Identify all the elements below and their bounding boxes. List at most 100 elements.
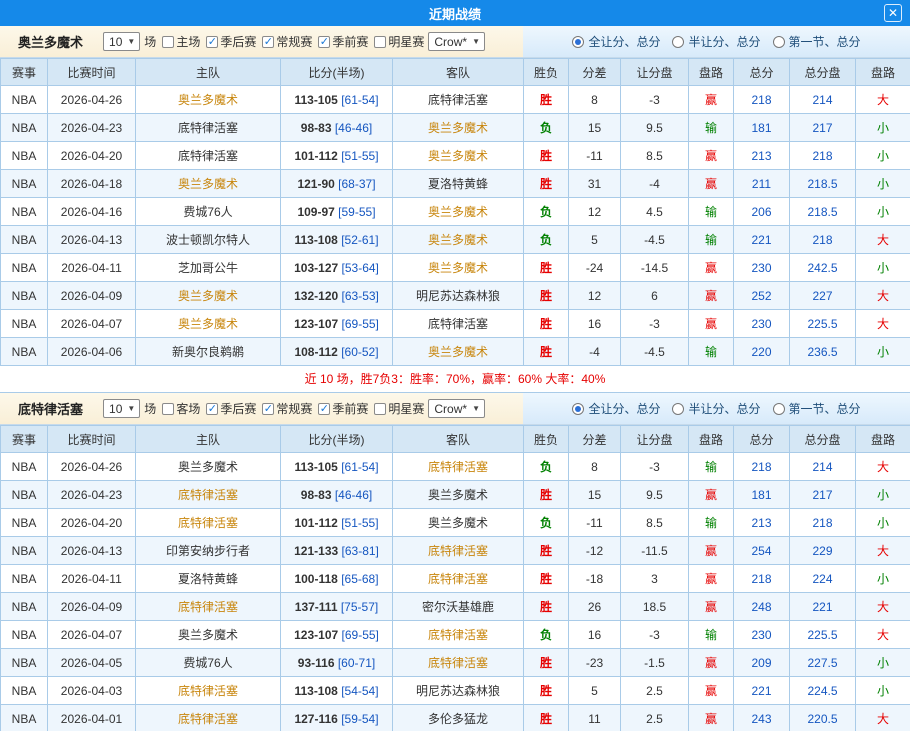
handicap-cell: 4.5: [621, 198, 689, 226]
column-header: 赛事: [1, 59, 48, 86]
filter-checkbox-3[interactable]: ✓季前赛: [318, 33, 368, 50]
half-score: [60-52]: [341, 345, 378, 359]
radio-label: 半让分、总分: [688, 33, 760, 50]
checkbox-icon[interactable]: ✓: [318, 403, 330, 415]
source-select[interactable]: Crow*▼: [428, 399, 485, 418]
close-icon[interactable]: ✕: [884, 4, 902, 22]
handicap-cell: 3: [621, 565, 689, 593]
stat-mode-radio-0[interactable]: 全让分、总分: [572, 400, 660, 417]
results-table: 赛事比赛时间主队比分(半场)客队胜负分差让分盘盘路总分总分盘盘路NBA2026-…: [0, 58, 910, 366]
handicap-cell: 2.5: [621, 677, 689, 705]
radio-icon[interactable]: [773, 36, 785, 48]
checkbox-icon[interactable]: ✓: [262, 403, 274, 415]
games-count-select[interactable]: 10▼: [103, 32, 140, 51]
radio-icon[interactable]: [572, 36, 584, 48]
over-under-cell: 大: [856, 537, 910, 565]
game-row: NBA2026-04-05费城76人93-116 [60-71]底特律活塞胜-2…: [1, 649, 910, 677]
handicap-cell: 9.5: [621, 481, 689, 509]
total-points-cell: 252: [734, 282, 790, 310]
filter-checkbox-0[interactable]: 主场: [162, 33, 200, 50]
handicap-cell: 8.5: [621, 509, 689, 537]
league-cell: NBA: [1, 565, 48, 593]
radio-icon[interactable]: [672, 403, 684, 415]
checkbox-label: 客场: [176, 400, 200, 417]
score-cell: 109-97 [59-55]: [281, 198, 393, 226]
handicap-result-cell: 输: [689, 198, 734, 226]
checkbox-icon[interactable]: [162, 36, 174, 48]
filter-checkbox-2[interactable]: ✓常规赛: [262, 400, 312, 417]
away-team-cell: 底特律活塞: [393, 649, 524, 677]
point-diff-cell: 26: [569, 593, 621, 621]
away-team-cell: 明尼苏达森林狼: [393, 282, 524, 310]
total-line-cell: 220.5: [790, 705, 856, 731]
filter-checkbox-4[interactable]: 明星赛: [374, 33, 424, 50]
final-score: 98-83: [301, 488, 332, 502]
chevron-down-icon: ▼: [127, 37, 135, 46]
checkbox-label: 明星赛: [388, 400, 424, 417]
handicap-result-cell: 输: [689, 509, 734, 537]
date-cell: 2026-04-09: [48, 593, 136, 621]
win-loss-cell: 胜: [524, 537, 569, 565]
checkbox-icon[interactable]: ✓: [262, 36, 274, 48]
game-row: NBA2026-04-13印第安纳步行者121-133 [63-81]底特律活塞…: [1, 537, 910, 565]
over-under-cell: 小: [856, 677, 910, 705]
score-cell: 121-133 [63-81]: [281, 537, 393, 565]
stat-mode-radio-1[interactable]: 半让分、总分: [672, 33, 760, 50]
checkbox-icon[interactable]: [374, 36, 386, 48]
radio-label: 全让分、总分: [588, 33, 660, 50]
source-select[interactable]: Crow*▼: [428, 32, 485, 51]
point-diff-cell: -11: [569, 509, 621, 537]
final-score: 123-107: [294, 317, 338, 331]
filter-checkbox-1[interactable]: ✓季后赛: [206, 33, 256, 50]
point-diff-cell: -18: [569, 565, 621, 593]
checkbox-icon[interactable]: [374, 403, 386, 415]
half-score: [63-81]: [342, 544, 379, 558]
win-loss-cell: 负: [524, 621, 569, 649]
home-team-cell: 印第安纳步行者: [136, 537, 281, 565]
checkbox-icon[interactable]: ✓: [206, 36, 218, 48]
handicap-result-cell: 输: [689, 114, 734, 142]
win-loss-cell: 胜: [524, 338, 569, 366]
final-score: 98-83: [301, 121, 332, 135]
column-header: 比分(半场): [281, 59, 393, 86]
stat-mode-radio-2[interactable]: 第一节、总分: [773, 400, 861, 417]
score-cell: 93-116 [60-71]: [281, 649, 393, 677]
filter-checkbox-1[interactable]: ✓季后赛: [206, 400, 256, 417]
league-cell: NBA: [1, 338, 48, 366]
league-cell: NBA: [1, 593, 48, 621]
stat-mode-radio-0[interactable]: 全让分、总分: [572, 33, 660, 50]
games-count-select[interactable]: 10▼: [103, 399, 140, 418]
score-cell: 113-108 [54-54]: [281, 677, 393, 705]
radio-icon[interactable]: [672, 36, 684, 48]
game-row: NBA2026-04-20底特律活塞101-112 [51-55]奥兰多魔术负-…: [1, 509, 910, 537]
filter-options: 奥兰多魔术10▼场主场✓季后赛✓常规赛✓季前赛明星赛Crow*▼: [0, 26, 523, 57]
radio-icon[interactable]: [572, 403, 584, 415]
win-loss-cell: 胜: [524, 310, 569, 338]
column-header: 分差: [569, 426, 621, 453]
over-under-cell: 小: [856, 170, 910, 198]
column-header: 分差: [569, 59, 621, 86]
filter-checkbox-4[interactable]: 明星赛: [374, 400, 424, 417]
over-under-cell: 大: [856, 621, 910, 649]
win-loss-cell: 胜: [524, 677, 569, 705]
date-cell: 2026-04-20: [48, 509, 136, 537]
point-diff-cell: -11: [569, 142, 621, 170]
game-row: NBA2026-04-07奥兰多魔术123-107 [69-55]底特律活塞胜1…: [1, 310, 910, 338]
over-under-cell: 小: [856, 198, 910, 226]
stat-mode-radio-1[interactable]: 半让分、总分: [672, 400, 760, 417]
checkbox-icon[interactable]: ✓: [206, 403, 218, 415]
checkbox-icon[interactable]: ✓: [318, 36, 330, 48]
stat-mode-radio-2[interactable]: 第一节、总分: [773, 33, 861, 50]
games-count-value: 10: [109, 402, 122, 416]
total-points-cell: 221: [734, 226, 790, 254]
filter-checkbox-2[interactable]: ✓常规赛: [262, 33, 312, 50]
checkbox-icon[interactable]: [162, 403, 174, 415]
filter-checkbox-3[interactable]: ✓季前赛: [318, 400, 368, 417]
point-diff-cell: 16: [569, 310, 621, 338]
total-points-cell: 181: [734, 481, 790, 509]
home-team-cell: 费城76人: [136, 198, 281, 226]
total-line-cell: 214: [790, 86, 856, 114]
filter-checkbox-0[interactable]: 客场: [162, 400, 200, 417]
point-diff-cell: 8: [569, 453, 621, 481]
radio-icon[interactable]: [773, 403, 785, 415]
